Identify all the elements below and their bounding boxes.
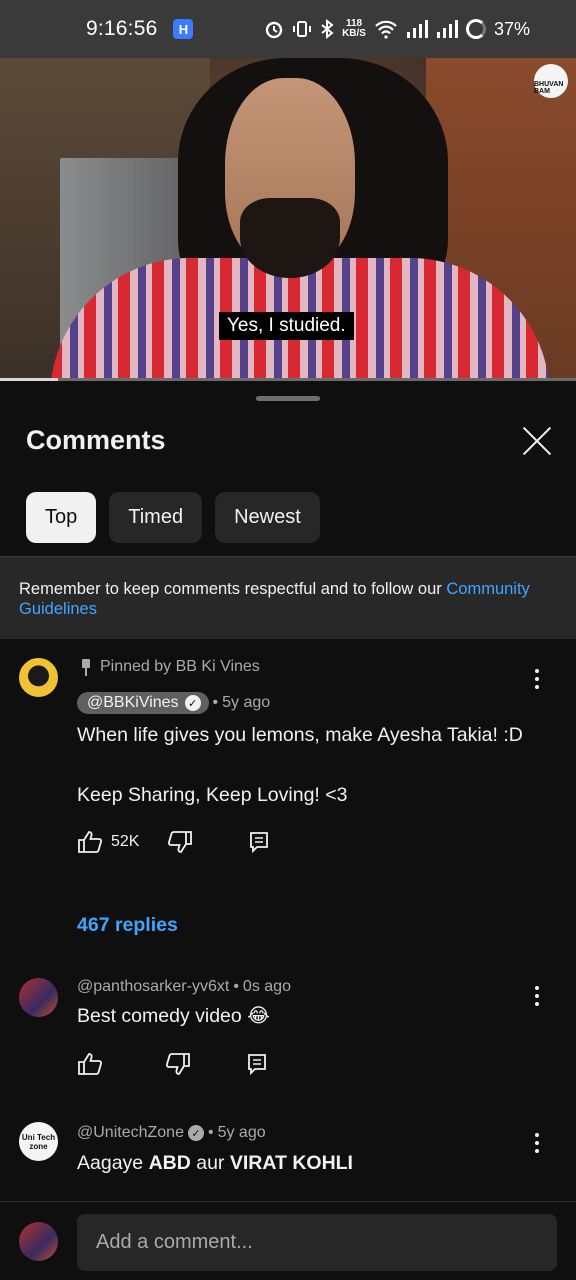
comment-text: Best comedy video 😂	[77, 1005, 270, 1027]
avatar[interactable]	[19, 978, 58, 1017]
battery-percent: 37%	[493, 18, 530, 39]
status-icons: 118 KB/S 37%	[264, 19, 530, 40]
view-replies-link[interactable]: 467 replies	[77, 914, 178, 937]
close-button[interactable]	[516, 420, 558, 462]
comment-actions	[77, 1050, 267, 1078]
add-comment-input[interactable]: Add a comment...	[77, 1214, 557, 1271]
verified-icon: ✓	[184, 695, 201, 711]
thumbs-down-icon	[165, 1053, 190, 1075]
video-progress-fill	[0, 378, 58, 381]
avatar[interactable]: Uni Tech zone	[19, 1122, 58, 1161]
dot-separator: •	[212, 694, 219, 711]
comment-age: 5y ago	[217, 1124, 266, 1141]
dislike-button[interactable]	[167, 830, 193, 854]
author-name[interactable]: @UnitechZone	[77, 1124, 184, 1142]
add-comment-bar: Add a comment...	[0, 1201, 576, 1280]
wifi-icon	[375, 20, 397, 39]
current-user-avatar[interactable]	[19, 1222, 58, 1261]
verified-icon: ✓	[187, 1125, 204, 1141]
status-time: 9:16:56	[86, 17, 158, 40]
app-notification-icon: H	[173, 19, 194, 39]
comment-sort-chips: Top Timed Newest	[26, 492, 320, 543]
comments-title: Comments	[26, 425, 166, 455]
comment-line-2: Keep Sharing, Keep Loving! <3	[77, 784, 348, 806]
dot-separator: •	[233, 978, 239, 995]
avatar[interactable]	[19, 658, 58, 697]
alarm-icon	[265, 21, 283, 39]
pinned-text: Pinned by BB Ki Vines	[100, 658, 260, 675]
comment-meta: @BBKiVines ✓ • 5y ago	[77, 692, 270, 714]
thumbs-up-icon	[78, 831, 103, 853]
dislike-button[interactable]	[165, 1052, 191, 1076]
video-progress-bar[interactable]	[0, 378, 576, 381]
comment-text: When life gives you lemons, make Ayesha …	[77, 723, 523, 807]
thumbs-down-icon	[168, 831, 193, 853]
thumbs-up-icon	[78, 1053, 103, 1075]
reply-button[interactable]	[247, 1053, 267, 1075]
reply-icon	[248, 1054, 266, 1075]
like-button[interactable]	[77, 1052, 103, 1076]
comment-line-1: When life gives you lemons, make Ayesha …	[77, 724, 523, 746]
reply-icon	[250, 832, 269, 853]
pin-icon	[80, 658, 92, 676]
comment-age: 0s ago	[242, 978, 291, 995]
author-name: @BBKiVines	[87, 694, 179, 711]
video-player[interactable]: BHUVAN BAM Yes, I studied.	[0, 58, 576, 380]
comment-menu-button[interactable]	[526, 1130, 548, 1156]
comment-text: Aagaye ABD aur VIRAT KOHLI	[77, 1152, 353, 1174]
comment-actions: 52K	[77, 828, 269, 856]
notice-text: Remember to keep comments respectful and…	[19, 580, 447, 598]
chip-top[interactable]: Top	[26, 492, 97, 543]
comment-menu-button[interactable]	[526, 983, 548, 1009]
vibrate-icon	[293, 21, 312, 37]
author-name[interactable]: @panthosarker-yv6xt	[77, 978, 229, 996]
pinned-label: Pinned by BB Ki Vines	[80, 658, 260, 676]
battery-icon	[465, 19, 486, 39]
avatar-text-bottom: zone	[29, 1141, 48, 1151]
comment-meta: @panthosarker-yv6xt • 0s ago	[77, 978, 291, 996]
like-button[interactable]: 52K	[77, 830, 139, 854]
comment-menu-button[interactable]	[526, 666, 548, 692]
chip-newest[interactable]: Newest	[215, 492, 320, 543]
signal-icon-2	[436, 20, 458, 38]
status-bar: 9:16:56 H 118 KB/S 37%	[0, 0, 576, 58]
community-notice: Remember to keep comments respectful and…	[0, 556, 576, 639]
video-scene-person-beard	[240, 198, 340, 278]
comments-sheet: Comments Top Timed Newest Remember to ke…	[0, 382, 576, 1280]
comment-meta: @UnitechZone ✓ • 5y ago	[77, 1124, 266, 1142]
network-speed: 118 KB/S	[342, 18, 366, 39]
like-count: 52K	[111, 833, 140, 850]
chip-timed[interactable]: Timed	[109, 492, 203, 543]
dot-separator: •	[207, 1124, 214, 1141]
comment-age: 5y ago	[222, 694, 271, 711]
signal-icon	[406, 20, 428, 38]
avatar-text-top: Uni Tech	[21, 1132, 56, 1142]
author-badge[interactable]: @BBKiVines ✓	[77, 692, 209, 714]
channel-watermark-logo: BHUVAN BAM	[534, 64, 568, 98]
reply-button[interactable]	[249, 831, 269, 853]
video-subtitle: Yes, I studied.	[219, 312, 354, 340]
bluetooth-icon	[321, 19, 334, 39]
drag-handle[interactable]	[256, 396, 320, 401]
